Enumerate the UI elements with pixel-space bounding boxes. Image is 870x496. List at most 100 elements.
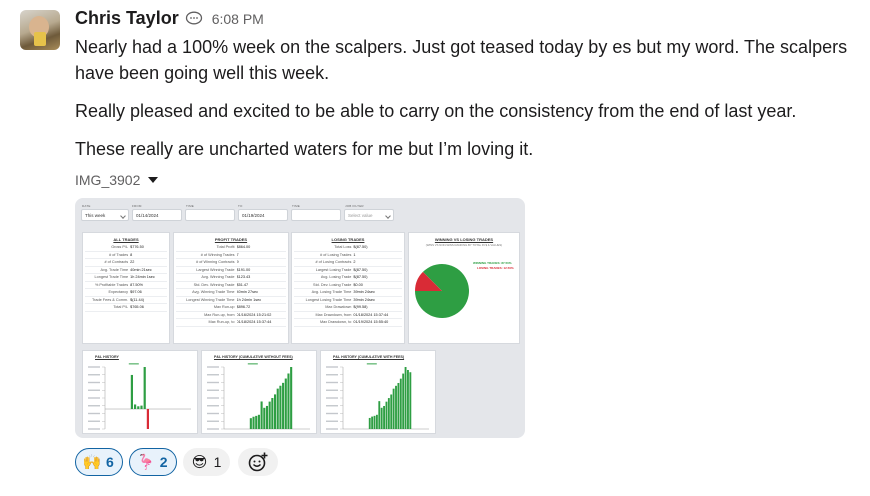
y-tick-label — [326, 381, 338, 384]
reaction-sunglasses[interactable]: 😎 1 — [182, 448, 231, 476]
y-tick-label — [88, 397, 100, 399]
y-tick-label — [88, 381, 100, 384]
stat-value: $776.50 — [130, 245, 144, 249]
stat-value: 01/18/2024 15:37:44 — [236, 320, 272, 324]
stat-label: Max Run-up, to — [208, 320, 235, 324]
range-select: This week — [81, 209, 129, 221]
stat-value: 40min 27sec — [236, 290, 259, 294]
reaction-flamingo[interactable]: 🦩 2 — [128, 448, 177, 476]
y-tick-label — [207, 428, 219, 430]
message-time[interactable]: 6:08 PM — [212, 11, 264, 27]
bar — [399, 378, 402, 429]
bar — [385, 401, 388, 429]
stat-value: 2 — [353, 260, 356, 264]
reaction-raised-hands[interactable]: 🙌 6 — [75, 448, 123, 476]
stat-row: Gross P/L $776.50 — [85, 244, 167, 252]
card-title: LOSING TRADES — [331, 237, 365, 242]
bar — [378, 401, 381, 429]
stat-row: # of Winning Trades 7 — [176, 252, 286, 259]
stat-value: $51.47 — [236, 282, 249, 287]
win-loss-pie — [415, 264, 469, 318]
from-date: 01/14/2024 — [132, 209, 182, 221]
stat-row: Avg. Winning Trade Time 40min 27sec — [176, 289, 286, 297]
message-paragraph: Nearly had a 100% week on the scalpers. … — [75, 37, 848, 83]
card-caption: (WINS VS NON-WINS RANKING BY TOTAL IN $ … — [425, 243, 503, 247]
stat-label: Expectancy — [108, 290, 129, 294]
add-reaction-button[interactable] — [238, 448, 279, 476]
message-paragraph: These really are uncharted waters for me… — [75, 139, 534, 159]
stat-row: Avg. Losing Trade Time 39min 24sec — [294, 289, 402, 297]
y-tick-label — [326, 374, 338, 376]
filter-label: TIME — [292, 204, 300, 208]
stat-value: $864.00 — [236, 245, 251, 249]
legend-loss: LOSING TRADES: 12.50% — [477, 266, 514, 270]
card-title: WINNING VS LOSING TRADES — [434, 237, 494, 242]
author-name[interactable]: Chris Taylor — [75, 8, 179, 29]
stat-row: Avg. Losing Trade $(87.50) — [294, 274, 402, 282]
stat-label: Avg. Trade Time — [100, 267, 129, 272]
bar — [255, 415, 258, 429]
stat-value: 1 — [353, 252, 356, 257]
y-tick-label — [207, 381, 219, 384]
filter-label: TO — [238, 204, 243, 208]
attachment-filename-toggle[interactable]: IMG_3902 — [75, 172, 159, 188]
stat-label: Std. Dev. Losing Trade — [313, 282, 352, 287]
y-tick-label — [207, 412, 219, 415]
bar — [276, 388, 279, 429]
message-paragraph: Really pleased and excited to be able to… — [75, 101, 797, 121]
y-tick-label — [88, 374, 100, 376]
y-tick-label — [88, 412, 100, 415]
stat-label: # of Trades — [109, 252, 129, 257]
y-tick-label — [88, 428, 100, 430]
stat-row: Trade Fees & Comm. $(11.44) — [85, 297, 167, 304]
to-time — [291, 209, 341, 221]
bar — [252, 416, 255, 429]
stat-label: Max Drawdown, from — [315, 312, 352, 317]
message: Chris Taylor 6:08 PM Nearly had a 100% w… — [75, 8, 865, 162]
stat-label: Gross P/L — [111, 245, 129, 249]
caret-down-icon — [148, 177, 159, 183]
stat-row: Longest Trade Time 1h 24min 1sec — [85, 274, 167, 282]
stat-label: Longest Trade Time — [94, 275, 129, 279]
stat-value: 39min 24sec — [353, 297, 375, 302]
stat-row: Max Drawdown, from 01/18/2024 15:37:44 — [294, 312, 402, 319]
avatar-cup — [34, 32, 46, 46]
stat-label: # of Winning Trades — [200, 252, 235, 257]
y-tick-label — [326, 428, 338, 430]
y-tick-label — [326, 389, 338, 391]
stat-row: % Profitable Trades 87.50% — [85, 282, 167, 289]
bar — [273, 394, 277, 429]
stat-label: Std. Dev. Winning Trade — [193, 282, 235, 287]
sunglasses-face-icon: 😎 — [191, 453, 208, 471]
filter-label: JOB FILTER — [345, 204, 364, 208]
stat-row: # of Winning Contracts 9 — [176, 259, 286, 267]
y-tick-label — [88, 420, 100, 422]
stat-value: $123.43 — [236, 275, 251, 279]
stat-label: Max Run-up, from — [204, 312, 235, 317]
stat-value: $(87.50) — [353, 275, 368, 279]
attachment-filename: IMG_3902 — [75, 172, 141, 188]
attachment-image[interactable]: DATE FROM TIME TO TIME JOB FILTER This w… — [75, 198, 525, 438]
stat-row: Total Profit $864.00 — [176, 244, 286, 252]
stat-label: Trade Fees & Comm. — [91, 297, 129, 302]
bar — [402, 373, 405, 429]
stat-value: 01/18/2024 15:37:44 — [353, 312, 389, 317]
stat-rows: Total Profit $864.00 # of Winning Trades 7 #… — [176, 244, 286, 327]
y-tick-label — [207, 389, 219, 391]
pl-history-card: P&L HISTORY — [82, 350, 198, 434]
win-loss-card: WINNING VS LOSING TRADES (WINS VS NON-WI… — [408, 232, 520, 344]
stat-row: Max Drawdown, to 01/19/2024 15:55:40 — [294, 319, 402, 327]
filter-label: FROM — [132, 204, 142, 208]
bar — [146, 409, 149, 429]
speech-bubble-icon[interactable] — [185, 11, 203, 26]
stat-value: $191.00 — [236, 267, 251, 272]
stat-label: Avg. Losing Trade — [320, 275, 352, 279]
stat-row: # of Losing Contracts 2 — [294, 259, 402, 267]
avatar[interactable] — [20, 10, 60, 50]
stat-value: $(87.50) — [353, 267, 368, 272]
stat-row: # of Losing Trades 1 — [294, 252, 402, 259]
filter-label: TIME — [186, 204, 194, 208]
y-tick-label — [326, 405, 338, 407]
bar — [390, 394, 393, 429]
stat-row: Longest Losing Trade Time 39min 24sec — [294, 297, 402, 304]
